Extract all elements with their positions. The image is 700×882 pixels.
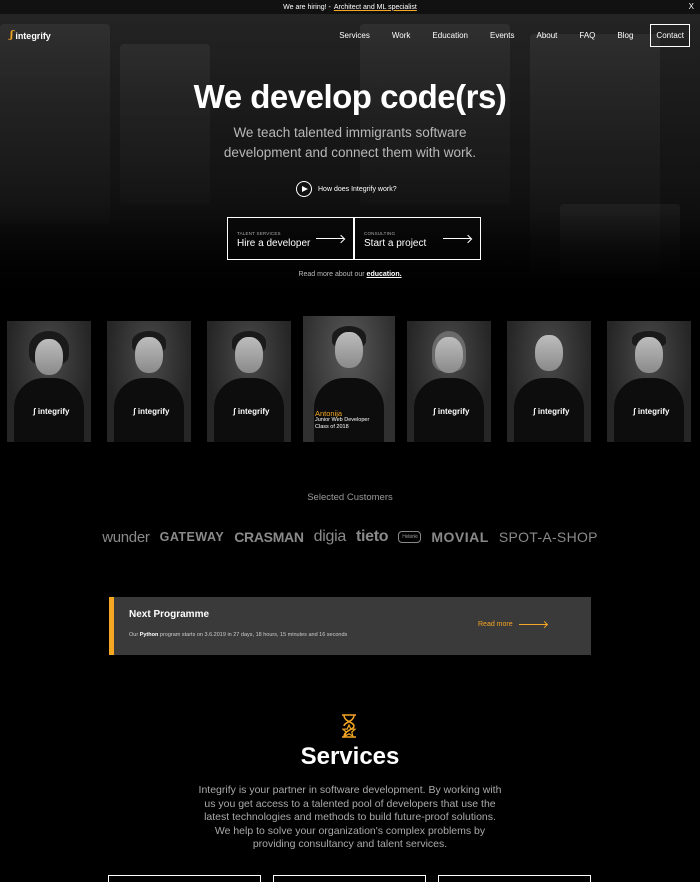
nav-item-education[interactable]: Education	[432, 31, 468, 40]
programme-countdown: Our Python program starts on 3.6.2019 in…	[129, 632, 348, 638]
shirt-logo: ʃ integrify	[133, 407, 170, 416]
read-more-education: Read more about our education.	[298, 271, 402, 278]
arrow-right-icon	[518, 624, 547, 625]
customer-logo-tieto: tieto	[355, 528, 389, 545]
services-description: Integrify is your partner in software de…	[198, 784, 502, 850]
services-title: Services	[300, 743, 400, 770]
arrow-right-icon	[443, 238, 471, 239]
nav-menu: Services Work Education Events About FAQ…	[328, 24, 690, 47]
announcement-link[interactable]: Architect and ML specialist	[334, 4, 417, 11]
shirt-logo: ʃ integrify	[633, 407, 670, 416]
announcement-bar: We are hiring! - Architect and ML specia…	[0, 0, 700, 14]
service-card[interactable]	[438, 875, 591, 882]
play-icon[interactable]	[296, 181, 312, 197]
programme-title: Next Programme	[129, 609, 210, 620]
cta-label: Hire a developer	[237, 238, 311, 249]
start-project-button[interactable]: CONSULTING Start a project	[354, 217, 481, 260]
programme-language: Python	[139, 632, 159, 638]
customer-logo-digia: digia	[313, 528, 347, 545]
announcement-text: We are hiring! -	[283, 3, 331, 11]
customer-logo-gateway: GATEWAY	[159, 530, 225, 544]
nav-item-about[interactable]: About	[536, 31, 557, 40]
nav-item-events[interactable]: Events	[490, 31, 514, 40]
service-cards	[0, 875, 700, 882]
customer-logo-spot-a-shop: SPOT-A-SHOP	[498, 529, 598, 545]
logo-mark-icon: ʃ	[10, 30, 14, 41]
person-card[interactable]: ʃ integrify	[507, 321, 591, 442]
service-card[interactable]	[108, 875, 261, 882]
customer-logos: wunder GATEWAY CRASMAN digia tieto Helsi…	[0, 528, 700, 546]
person-card[interactable]: ʃ integrify	[207, 321, 291, 442]
cta-category: TALENT SERVICES	[237, 231, 281, 236]
hero-subheadline: We teach talented immigrants software de…	[223, 125, 477, 160]
customer-logo-crasman: CRASMAN	[234, 529, 304, 545]
people-carousel: ʃ integrify ʃ integrify ʃ integrify Anto…	[0, 316, 700, 446]
service-card[interactable]	[273, 875, 426, 882]
nav-item-services[interactable]: Services	[339, 31, 370, 40]
arrow-right-icon	[316, 238, 344, 239]
person-caption: Antonija Junior Web Developer Class of 2…	[315, 410, 369, 431]
video-link[interactable]: How does Integrify work?	[296, 181, 397, 197]
video-link-label[interactable]: How does Integrify work?	[318, 186, 397, 193]
person-name: Antonija	[315, 409, 343, 418]
person-card[interactable]: ʃ integrify	[607, 321, 691, 442]
programme-read-more-link[interactable]: Read more	[478, 621, 547, 628]
nav-item-blog[interactable]: Blog	[617, 31, 633, 40]
customer-logo-helsinki: Helsinki	[398, 531, 422, 543]
customers-title: Selected Customers	[307, 492, 393, 503]
customer-logo-wunder: wunder	[102, 528, 150, 546]
person-card-featured[interactable]: Antonija Junior Web Developer Class of 2…	[303, 316, 395, 442]
next-programme-banner: Next Programme Our Python program starts…	[109, 597, 591, 655]
contact-button[interactable]: Contact	[650, 24, 690, 47]
person-card[interactable]: ʃ integrify	[407, 321, 491, 442]
nav-item-work[interactable]: Work	[392, 31, 411, 40]
logo-text: integrify	[15, 30, 51, 41]
customer-logo-movial: MOVIAL	[431, 529, 489, 545]
logo[interactable]: ʃ integrify	[10, 30, 51, 41]
education-link[interactable]: education.	[367, 271, 402, 278]
cta-label: Start a project	[364, 238, 427, 249]
main-nav: ʃ integrify Services Work Education Even…	[0, 14, 700, 58]
hero-headline: We develop code(rs)	[193, 78, 507, 115]
person-card[interactable]: ʃ integrify	[7, 321, 91, 442]
person-class: Class of 2018	[315, 424, 349, 430]
person-card[interactable]: ʃ integrify	[107, 321, 191, 442]
shirt-logo: ʃ integrify	[33, 407, 70, 416]
cta-category: CONSULTING	[364, 231, 396, 236]
shirt-logo: ʃ integrify	[433, 407, 470, 416]
shirt-logo: ʃ integrify	[533, 407, 570, 416]
hourglass-star-icon	[341, 714, 357, 738]
hire-developer-button[interactable]: TALENT SERVICES Hire a developer	[227, 217, 354, 260]
nav-item-faq[interactable]: FAQ	[579, 31, 595, 40]
shirt-logo: ʃ integrify	[233, 407, 270, 416]
close-icon[interactable]: X	[689, 2, 694, 11]
person-role: Junior Web Developer	[315, 417, 370, 423]
